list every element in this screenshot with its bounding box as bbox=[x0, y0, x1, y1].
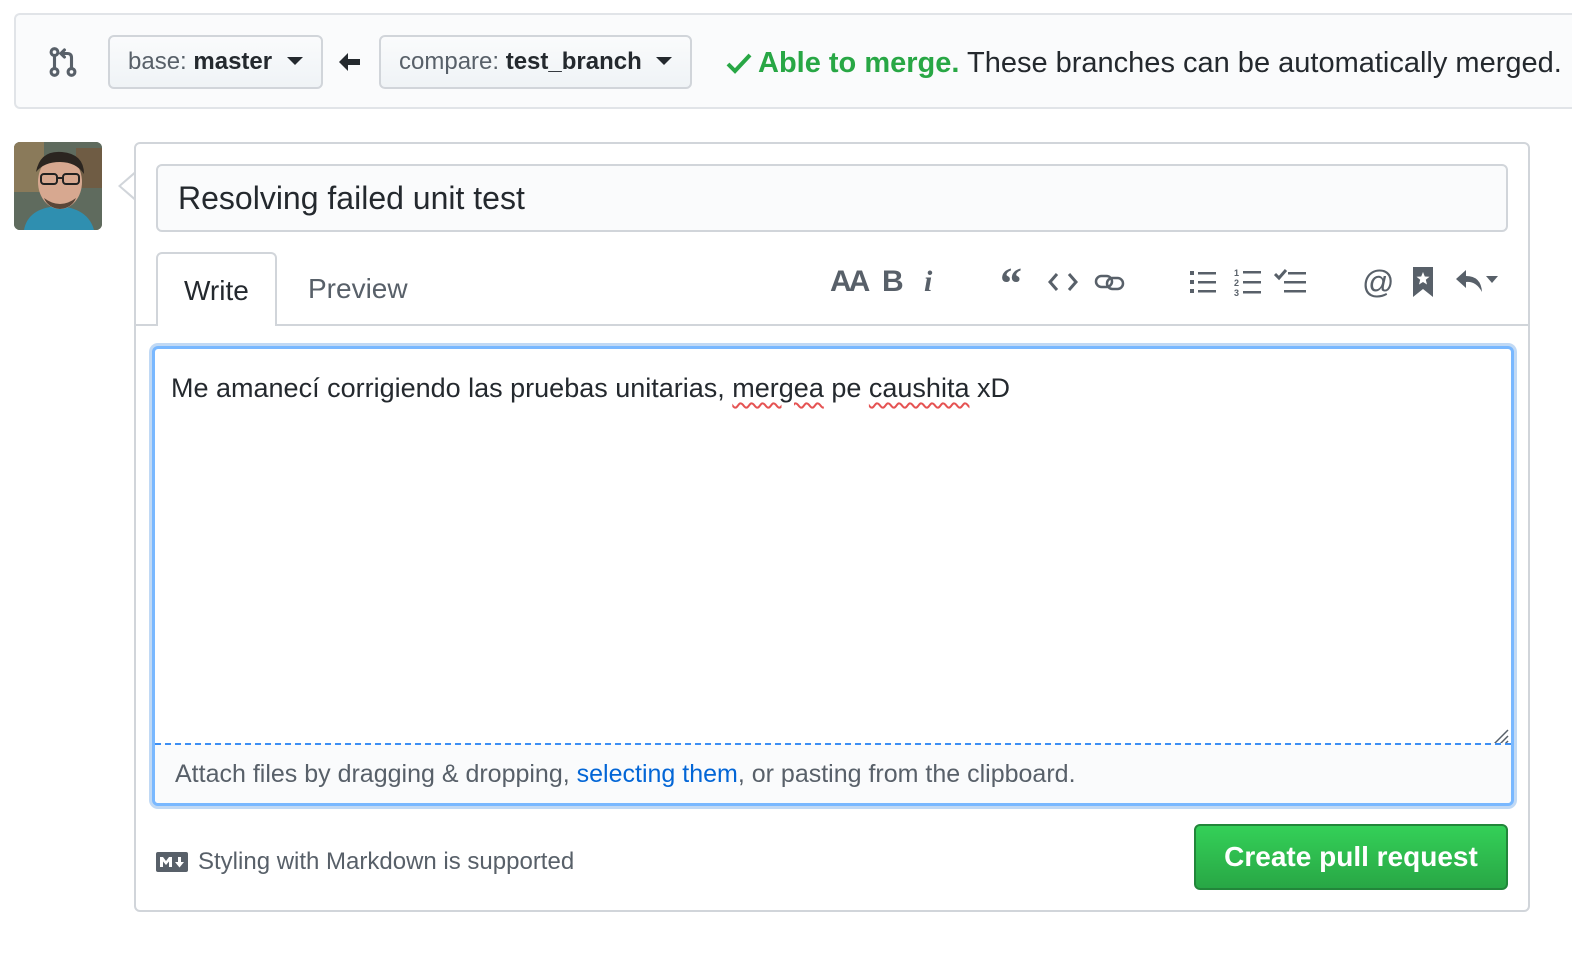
italic-icon[interactable]: i bbox=[924, 264, 932, 300]
check-icon bbox=[726, 53, 752, 74]
file-drop-zone[interactable]: Attach files by dragging & dropping, sel… bbox=[155, 743, 1511, 803]
code-icon[interactable] bbox=[1048, 264, 1078, 300]
compare-label: compare: bbox=[399, 48, 500, 75]
base-branch-select[interactable]: base: master bbox=[108, 35, 323, 89]
quote-icon[interactable]: “ bbox=[1000, 264, 1028, 300]
mention-icon[interactable]: @ bbox=[1362, 264, 1394, 300]
chevron-down-icon bbox=[286, 56, 303, 65]
svg-text:1: 1 bbox=[1234, 268, 1239, 278]
base-branch-name: master bbox=[193, 48, 273, 75]
link-icon[interactable] bbox=[1094, 264, 1126, 300]
ordered-list-icon[interactable]: 123 bbox=[1234, 264, 1262, 300]
avatar[interactable] bbox=[14, 142, 102, 230]
heading-icon[interactable]: AA bbox=[830, 264, 870, 300]
tab-write[interactable]: Write bbox=[156, 252, 277, 326]
task-list-icon[interactable] bbox=[1274, 264, 1308, 300]
drop-text-after: , or pasting from the clipboard. bbox=[737, 760, 1076, 788]
merge-detail-text: These branches can be automatically merg… bbox=[966, 47, 1562, 79]
svg-text:“: “ bbox=[1000, 268, 1022, 296]
markdown-note-text: Styling with Markdown is supported bbox=[198, 848, 575, 875]
svg-text:3: 3 bbox=[1234, 288, 1239, 297]
body-text-3: xD bbox=[969, 373, 1010, 403]
arrow-left-icon bbox=[339, 53, 360, 71]
compare-branch-select[interactable]: compare: test_branch bbox=[379, 35, 693, 89]
svg-text:2: 2 bbox=[1234, 278, 1239, 288]
markdown-icon bbox=[156, 852, 188, 872]
compare-bar: base: master compare: test_branch Able t… bbox=[14, 13, 1572, 109]
comment-textarea[interactable]: Me amanecí corrigiendo las pruebas unita… bbox=[152, 346, 1514, 806]
select-files-link[interactable]: selecting them bbox=[577, 760, 738, 788]
body-text-2: pe bbox=[823, 373, 869, 403]
title-input[interactable] bbox=[156, 164, 1508, 232]
misspelled-word: caushita bbox=[868, 373, 970, 403]
misspelled-word: mergea bbox=[732, 373, 824, 403]
reply-icon[interactable] bbox=[1454, 264, 1500, 300]
unordered-list-icon[interactable] bbox=[1190, 264, 1218, 300]
form-pointer-inner bbox=[121, 174, 135, 198]
chevron-down-icon bbox=[656, 56, 673, 65]
drop-text-before: Attach files by dragging & dropping, bbox=[175, 760, 577, 788]
comment-body: Me amanecí corrigiendo las pruebas unita… bbox=[171, 373, 1010, 404]
pull-request-icon bbox=[49, 47, 77, 77]
avatar-image bbox=[14, 142, 102, 230]
body-text-1: Me amanecí corrigiendo las pruebas unita… bbox=[171, 373, 733, 403]
merge-ok-text: Able to merge. bbox=[758, 47, 960, 79]
compare-branch-name: test_branch bbox=[505, 48, 642, 75]
tab-preview[interactable]: Preview bbox=[282, 252, 434, 326]
merge-status: Able to merge. These branches can be aut… bbox=[726, 45, 1562, 81]
bookmark-icon[interactable] bbox=[1412, 264, 1434, 300]
markdown-note[interactable]: Styling with Markdown is supported bbox=[156, 848, 574, 876]
pull-request-form: Write Preview AA B i “ 123 @ Me amanecí … bbox=[134, 142, 1530, 912]
bold-icon[interactable]: B bbox=[882, 264, 904, 300]
base-label: base: bbox=[128, 48, 187, 75]
create-pull-request-button[interactable]: Create pull request bbox=[1194, 824, 1508, 890]
